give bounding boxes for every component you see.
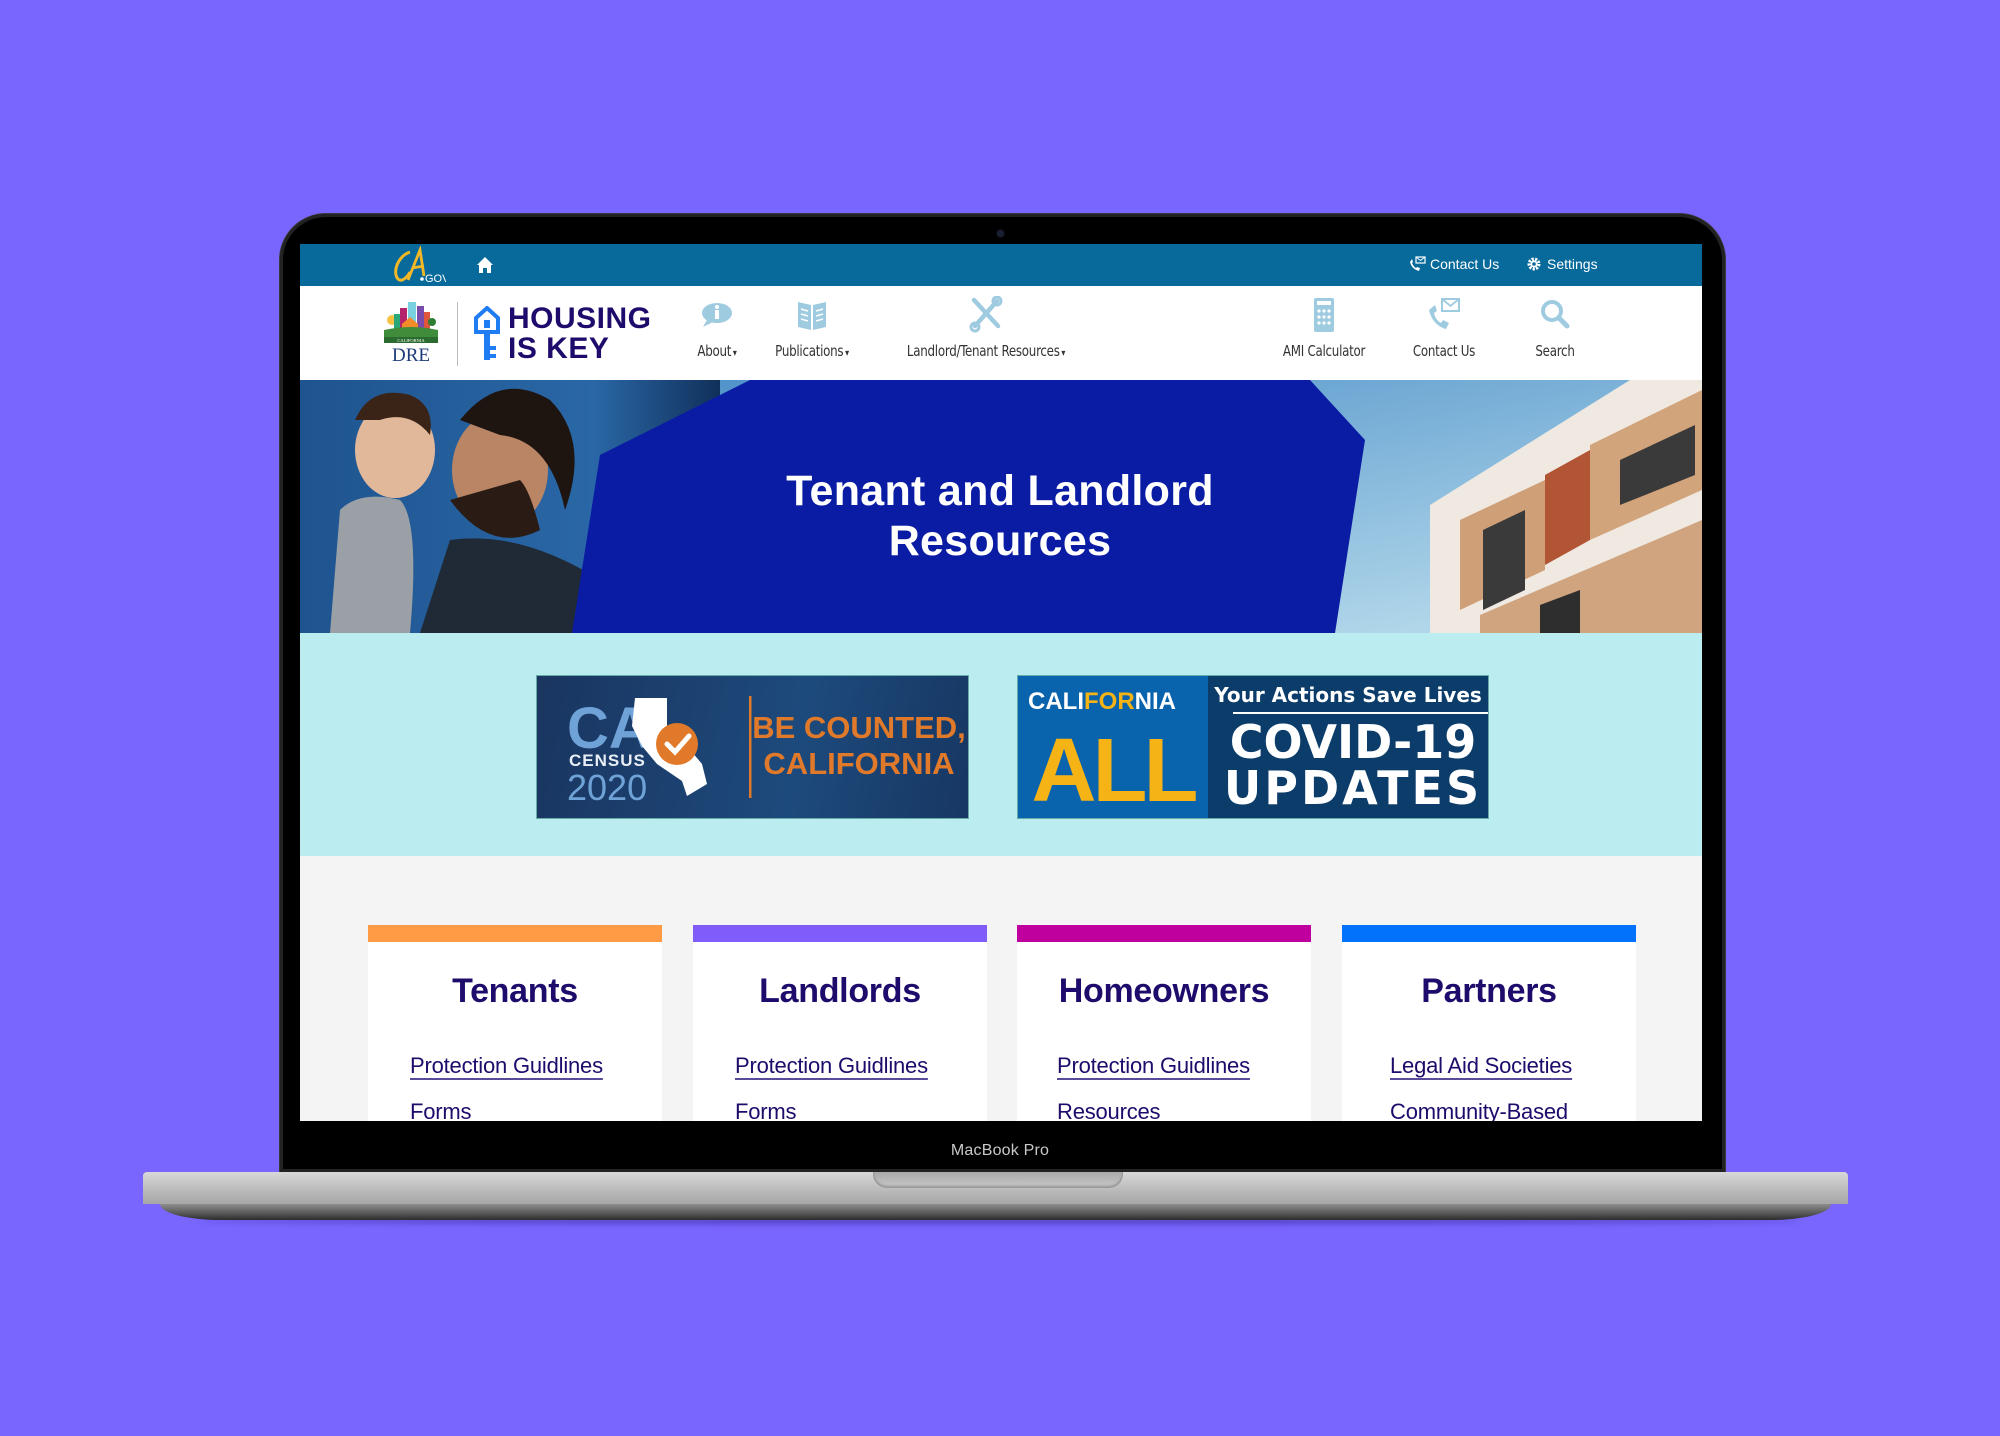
gear-icon xyxy=(1527,257,1541,271)
calculator-icon xyxy=(1314,298,1334,332)
nav-ami-label: AMI Calculator xyxy=(1282,342,1366,360)
key-house-icon xyxy=(474,306,500,360)
svg-text:GOV: GOV xyxy=(425,273,446,284)
card-title: Partners xyxy=(1421,972,1557,1010)
nav-about[interactable]: About ▾ xyxy=(674,296,760,360)
utility-bar: GOV Contact Us Settings xyxy=(300,244,1702,286)
nav-landlord-tenant-resources[interactable]: Landlord/Tenant Resources ▾ xyxy=(886,296,1086,360)
logo-divider xyxy=(457,302,458,366)
chevron-down-icon: ▾ xyxy=(1061,348,1066,359)
hero-title: Tenant and Landlord Resources xyxy=(720,466,1280,566)
nav-ami-calculator[interactable]: AMI Calculator xyxy=(1264,296,1384,360)
card-link[interactable]: Forms xyxy=(410,1099,662,1121)
census-line-2: CALIFORNIA xyxy=(763,746,954,781)
phone-envelope-icon xyxy=(1410,256,1426,271)
phone-envelope-icon xyxy=(1429,298,1460,329)
card-accent-bar xyxy=(1017,925,1311,942)
card-tenants: Tenants Protection Guidlines Forms xyxy=(368,925,662,1121)
site-header: CALIFORNIA DRE HOUSING IS KEY About ▾ Pu… xyxy=(300,286,1702,380)
nav-search[interactable]: Search xyxy=(1515,296,1595,360)
covid-19-updates-banner[interactable]: CALIFORNIA ALL Your Actions Save Lives C… xyxy=(1017,675,1489,819)
covid-line-2: UPDATES xyxy=(1224,761,1482,815)
chevron-down-icon: ▾ xyxy=(845,348,849,359)
info-bubble-icon xyxy=(702,303,732,327)
census-line-1: BE COUNTED, xyxy=(752,710,966,745)
home-icon[interactable] xyxy=(476,256,494,274)
card-landlords: Landlords Protection Guidlines Forms xyxy=(693,925,987,1121)
census-banner-art: CA CENSUS 2020 BE COUNTED, CALIFORNIA xyxy=(567,696,966,808)
nav-landlord-tenant-label: Landlord/Tenant Resources ▾ xyxy=(906,342,1066,360)
card-link[interactable]: Protection Guidlines xyxy=(410,1053,662,1079)
covid-banner-art: CALIFORNIA ALL Your Actions Save Lives C… xyxy=(1018,676,1488,818)
brand-line-1: HOUSING xyxy=(508,302,652,335)
card-accent-bar xyxy=(693,925,987,942)
card-title: Tenants xyxy=(452,972,578,1010)
dre-logo-state: CALIFORNIA xyxy=(397,338,425,343)
census-divider xyxy=(749,696,752,798)
housing-is-key-logo[interactable]: HOUSING IS KEY xyxy=(508,304,652,364)
chevron-down-icon: ▾ xyxy=(732,348,737,359)
nav-about-label: About ▾ xyxy=(697,342,737,360)
camera-icon xyxy=(997,230,1004,237)
nav-contact-label: Contact Us xyxy=(1412,342,1476,360)
card-link[interactable]: Protection Guidlines xyxy=(1057,1053,1311,1079)
brand-line-2: IS KEY xyxy=(508,332,610,365)
hero-title-line-1: Tenant and Landlord xyxy=(786,467,1214,515)
checkmark-badge-icon xyxy=(656,723,698,765)
census-year: 2020 xyxy=(567,767,647,808)
nav-search-label: Search xyxy=(1535,342,1575,360)
card-accent-bar xyxy=(368,925,662,942)
browser-screen: GOV Contact Us Settings CALIFORNIA DRE H… xyxy=(300,244,1702,1121)
hero-title-line-2: Resources xyxy=(888,517,1112,565)
card-accent-bar xyxy=(1342,925,1636,942)
tools-icon xyxy=(969,296,1003,333)
laptop-opening-notch xyxy=(873,1172,1123,1188)
card-partners: Partners Legal Aid Societies Community-B… xyxy=(1342,925,1636,1121)
laptop-base-edge xyxy=(160,1204,1831,1220)
card-title: Landlords xyxy=(759,972,921,1010)
utility-contact-us[interactable]: Contact Us xyxy=(1408,256,1499,272)
nav-publications-label: Publications ▾ xyxy=(775,342,849,360)
covid-tagline: Your Actions Save Lives xyxy=(1213,683,1482,707)
utility-settings[interactable]: Settings xyxy=(1525,256,1598,272)
utility-contact-label: Contact Us xyxy=(1430,256,1500,272)
covid-all: ALL xyxy=(1032,721,1197,818)
dre-logo-text: DRE xyxy=(392,345,430,364)
device-label: MacBook Pro xyxy=(950,1142,1050,1159)
book-icon xyxy=(798,302,826,330)
utility-settings-label: Settings xyxy=(1547,256,1598,272)
promo-band: CA CENSUS 2020 BE COUNTED, CALIFORNIA CA… xyxy=(300,633,1702,856)
card-link[interactable]: Protection Guidlines xyxy=(735,1053,987,1079)
search-icon xyxy=(1541,300,1570,329)
california-for-all-wordmark: CALIFORNIA xyxy=(1028,688,1176,715)
dre-logo[interactable]: CALIFORNIA DRE xyxy=(384,300,438,364)
nav-contact-us[interactable]: Contact Us xyxy=(1394,296,1494,360)
nav-publications[interactable]: Publications ▾ xyxy=(752,296,872,360)
card-link[interactable]: Forms xyxy=(735,1099,987,1121)
hero-banner: Tenant and Landlord Resources xyxy=(300,380,1702,633)
card-link[interactable]: Legal Aid Societies xyxy=(1390,1053,1636,1079)
card-homeowners: Homeowners Protection Guidlines Resource… xyxy=(1017,925,1311,1121)
card-title: Homeowners xyxy=(1058,972,1270,1010)
census-2020-banner[interactable]: CA CENSUS 2020 BE COUNTED, CALIFORNIA xyxy=(536,675,969,819)
ca-gov-logo[interactable]: GOV xyxy=(390,246,446,284)
card-link[interactable]: Community-Based xyxy=(1390,1099,1636,1121)
card-link[interactable]: Resources xyxy=(1057,1099,1311,1121)
